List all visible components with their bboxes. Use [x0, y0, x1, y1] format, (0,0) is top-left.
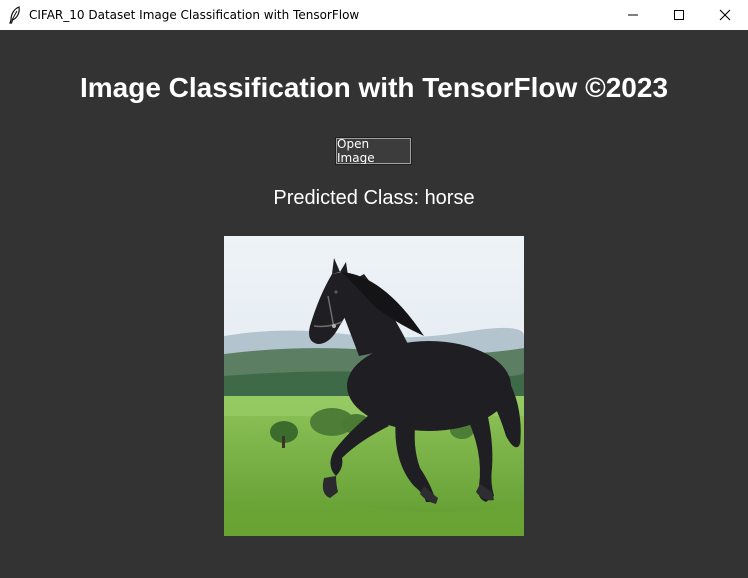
open-image-button[interactable]: Open Image — [335, 137, 412, 165]
page-title: Image Classification with TensorFlow ©20… — [79, 72, 669, 103]
minimize-icon — [628, 14, 638, 16]
main-panel: Image Classification with TensorFlow ©20… — [0, 30, 748, 578]
minimize-button[interactable] — [610, 0, 656, 30]
close-icon — [719, 9, 731, 21]
prediction-label: Predicted Class: horse — [273, 187, 475, 209]
horse-image — [224, 236, 524, 536]
close-button[interactable] — [702, 0, 748, 30]
window-title: CIFAR_10 Dataset Image Classification wi… — [29, 8, 360, 22]
maximize-button[interactable] — [656, 0, 702, 30]
classified-image — [224, 236, 524, 536]
feather-icon — [8, 6, 22, 24]
title-bar: CIFAR_10 Dataset Image Classification wi… — [0, 0, 748, 30]
maximize-icon — [674, 10, 684, 20]
